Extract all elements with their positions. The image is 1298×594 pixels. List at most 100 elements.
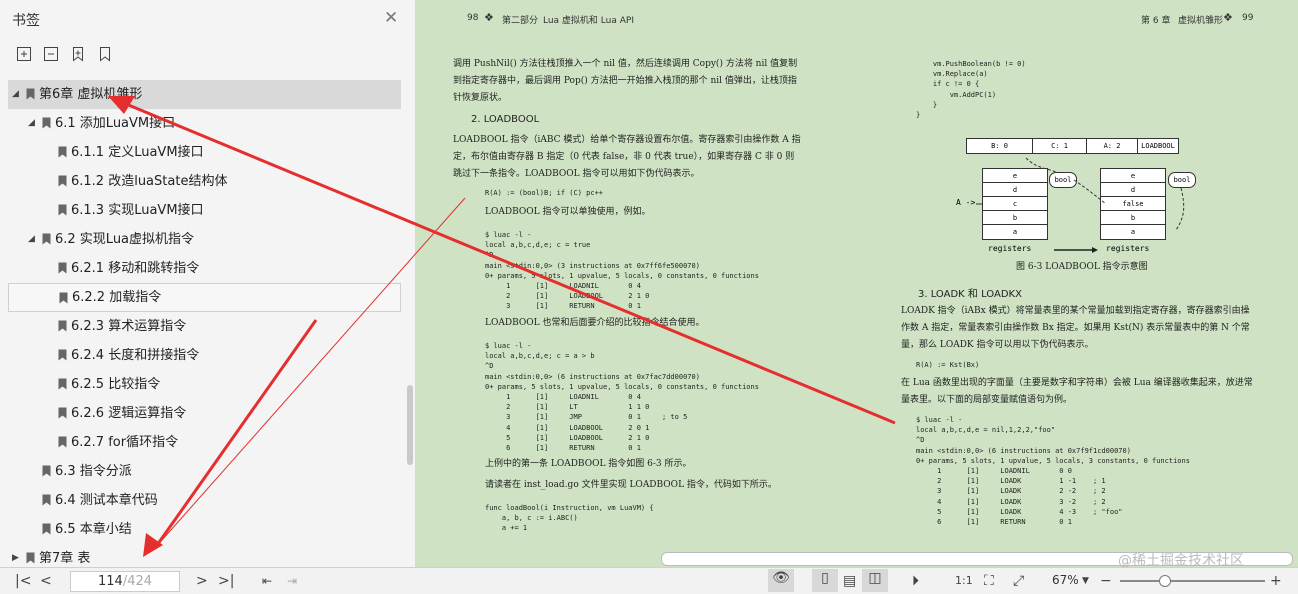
paragraph: LOADK 指令（iABx 模式）将常量表里的某个常量加载到指定寄存器，寄存器索… <box>901 306 1250 350</box>
fit-page-icon[interactable]: ⛶ <box>984 572 994 590</box>
bookmark-label: 第6章 虚拟机雏形 <box>39 87 143 102</box>
paragraph: 在 Lua 函数里出现的字面量（主要是数字和字符串）会被 Lua 编译器收集起来… <box>901 378 1253 405</box>
diamond-icon: ❖ <box>484 11 494 24</box>
zoom-out-icon[interactable]: − <box>1100 572 1112 590</box>
bookmark-icon <box>58 378 67 390</box>
paragraph: LOADBOOL 也常和后面要介绍的比较指令结合使用。 <box>485 318 705 328</box>
zoom-in-icon[interactable]: + <box>1270 572 1282 590</box>
total-pages: /424 <box>122 574 153 589</box>
zoom-level[interactable]: 67% <box>1052 573 1079 587</box>
bookmark-label: 6.2.3 算术运算指令 <box>71 319 187 334</box>
bookmark-label: 6.1.2 改造luaState结构体 <box>71 174 228 189</box>
close-icon[interactable]: ✕ <box>384 8 398 28</box>
bookmark-label: 6.1.1 定义LuaVM接口 <box>71 145 204 160</box>
right-title-label: 虚拟机雏形 <box>1178 16 1224 26</box>
code-block: R(A) := (bool)B; if (C) pc++ <box>485 189 604 197</box>
bookmark-item[interactable]: 6.1.3 实现LuaVM接口 <box>8 196 408 225</box>
bookmark-item[interactable]: 6.5 本章小结 <box>8 515 408 544</box>
code-block: $ luac -l - local a,b,c,d,e; c = a > b ^… <box>485 342 759 453</box>
bookmark-item[interactable]: 6.2.3 算术运算指令 <box>8 312 408 341</box>
bookmark-item[interactable]: 6.2.1 移动和跳转指令 <box>8 254 408 283</box>
bookmark-item[interactable]: ◢ 第6章 虚拟机雏形 <box>8 80 401 109</box>
forward-icon[interactable]: ⇥ <box>287 572 297 590</box>
zoom-slider[interactable] <box>1120 575 1265 587</box>
bookmark-item[interactable]: 6.1.2 改造luaState结构体 <box>8 167 408 196</box>
code-block: $ luac -l - local a,b,c,d,e; c = true ^D… <box>485 231 759 311</box>
bookmark-icon <box>26 88 35 100</box>
play-icon[interactable]: ⏵ <box>912 572 919 590</box>
bookmark-icon <box>58 320 67 332</box>
expand-all-icon[interactable] <box>16 46 32 62</box>
previous-page-icon[interactable]: < <box>40 572 52 590</box>
bookmark-icon <box>58 407 67 419</box>
right-page-number: 99 <box>1242 13 1254 23</box>
bookmark-icon <box>59 292 68 304</box>
bookmark-item[interactable]: 6.2.4 长度和拼接指令 <box>8 341 408 370</box>
fit-width-icon[interactable]: ⤢ <box>1013 572 1024 590</box>
zoom-dropdown-icon[interactable]: ▼ <box>1082 572 1089 590</box>
single-page-icon[interactable]: ▯ <box>812 569 838 592</box>
bookmark-label: 6.2.5 比较指令 <box>71 377 161 392</box>
bookmark-icon <box>42 494 51 506</box>
bookmark-item[interactable]: 6.2.6 逻辑运算指令 <box>8 399 408 428</box>
collapse-arrow-icon[interactable]: ◢ <box>28 225 35 254</box>
bookmark-item[interactable]: 6.1.1 定义LuaVM接口 <box>8 138 408 167</box>
paragraph: LOADBOOL 指令（iABC 模式）给单个寄存器设置布尔值。寄存器索引由操作… <box>453 135 801 179</box>
bookmark-icon <box>58 349 67 361</box>
next-page-icon[interactable]: > <box>196 572 208 590</box>
bookmark-label: 6.2.2 加载指令 <box>72 290 162 305</box>
bookmark-icon <box>58 204 67 216</box>
bookmark-item[interactable]: 6.2.5 比较指令 <box>8 370 408 399</box>
bookmark-icon <box>42 465 51 477</box>
diamond-icon: ❖ <box>1223 11 1233 24</box>
bookmark-label: 6.2.7 for循环指令 <box>71 435 179 450</box>
bookmark-icon <box>58 436 67 448</box>
section-heading: 3. LOADK 和 LOADKX <box>918 289 1022 300</box>
bookmark-label: 6.2.1 移动和跳转指令 <box>71 261 200 276</box>
sidebar-scrollbar[interactable] <box>407 385 413 465</box>
last-page-icon[interactable]: >| <box>218 572 234 590</box>
bookmark-label: 6.2.4 长度和拼接指令 <box>71 348 200 363</box>
collapse-all-icon[interactable] <box>43 46 59 62</box>
document-view[interactable]: 98 ❖ 第二部分 Lua 虚拟机和 Lua API 第 6 章 虚拟机雏形 ❖… <box>416 0 1298 567</box>
bookmark-label: 6.5 本章小结 <box>55 522 132 537</box>
code-block: func loadBool(i Instruction, vm LuaVM) {… <box>485 504 654 533</box>
back-icon[interactable]: ⇤ <box>262 572 272 590</box>
bookmark-icon <box>42 523 51 535</box>
bookmark-item[interactable]: 6.3 指令分派 <box>8 457 408 486</box>
bookmark-item[interactable]: ◢ 6.2 实现Lua虚拟机指令 <box>8 225 408 254</box>
section-heading: 2. LOADBOOL <box>471 114 540 125</box>
paragraph: LOADBOOL 指令可以单独使用，例如。 <box>485 207 651 217</box>
bookmark-item[interactable]: 6.4 测试本章代码 <box>8 486 408 515</box>
bookmark-label: 6.2.6 逻辑运算指令 <box>71 406 187 421</box>
bookmark-label: 6.2 实现Lua虚拟机指令 <box>55 232 195 247</box>
bookmark-icon <box>26 552 35 564</box>
current-page: 114 <box>97 574 123 589</box>
bookmark-panel: 书签 ✕ ◢ 第6章 虚拟机雏形 ◢ 6.1 添加LuaVM接口 6.1.1 定义Lua… <box>0 0 416 567</box>
actual-size-icon[interactable]: 1:1 <box>955 572 973 590</box>
collapse-arrow-icon[interactable]: ◢ <box>12 80 19 109</box>
bookmark-item[interactable]: 6.2.7 for循环指令 <box>8 428 408 457</box>
bookmark-icon <box>42 233 51 245</box>
bookmark-toolbar <box>16 46 113 62</box>
zoom-slider-handle[interactable] <box>1158 575 1171 587</box>
paragraph: 请读者在 inst_load.go 文件里实现 LOADBOOL 指令，代码如下… <box>485 480 777 490</box>
two-page-icon[interactable]: ◫ <box>862 569 888 592</box>
continuous-page-icon[interactable]: ▤ <box>843 572 856 590</box>
bookmark-icon[interactable] <box>97 46 113 62</box>
panel-title: 书签 <box>12 13 40 29</box>
bookmark-label: 6.1.3 实现LuaVM接口 <box>71 203 204 218</box>
add-bookmark-icon[interactable] <box>70 46 86 62</box>
status-bar: |< < 114/424 > >| ⇤ ⇥ 👁 ▯ ▤ ◫ ⏵ 1:1 ⛶ ⤢ … <box>0 567 1298 594</box>
collapse-arrow-icon[interactable]: ◢ <box>28 109 35 138</box>
left-page-number: 98 <box>467 13 479 23</box>
bookmark-label: 6.3 指令分派 <box>55 464 132 479</box>
bookmark-tree: ◢ 第6章 虚拟机雏形 ◢ 6.1 添加LuaVM接口 6.1.1 定义LuaVM接口 6… <box>8 80 408 573</box>
bookmark-item[interactable]: 6.2.2 加载指令 <box>8 283 401 312</box>
page-number-input[interactable]: 114/424 <box>70 571 180 592</box>
eye-protection-icon[interactable]: 👁 <box>768 569 794 592</box>
bookmark-icon <box>42 117 51 129</box>
bookmark-item[interactable]: ◢ 6.1 添加LuaVM接口 <box>8 109 408 138</box>
bookmark-label: 6.1 添加LuaVM接口 <box>55 116 176 131</box>
first-page-icon[interactable]: |< <box>15 572 31 590</box>
